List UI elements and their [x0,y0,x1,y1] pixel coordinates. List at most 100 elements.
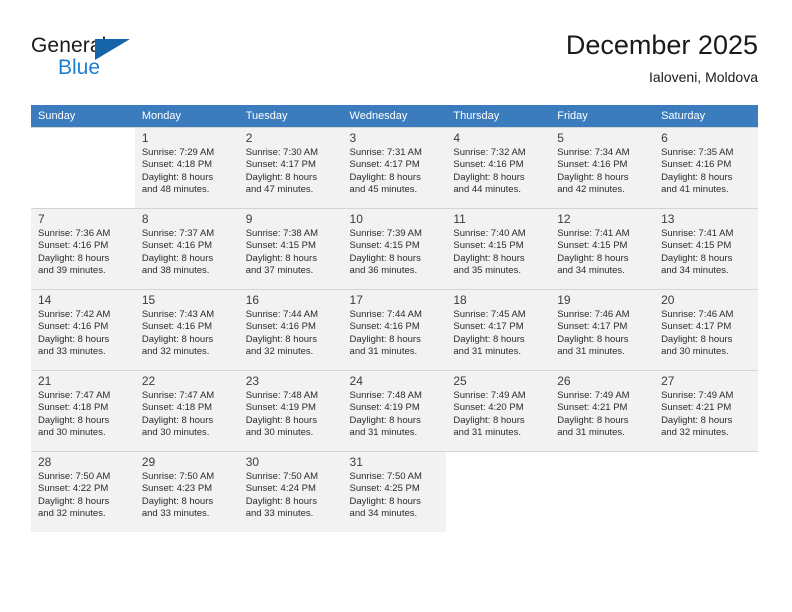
weekday-header-row: Sunday Monday Tuesday Wednesday Thursday… [31,105,758,127]
day-detail-line: Daylight: 8 hours [557,333,629,345]
day-detail-line: Daylight: 8 hours [349,495,421,507]
day-cell[interactable]: 14 Sunrise: 7:42 AM Sunset: 4:16 PM Dayligh… [31,289,135,370]
day-cell[interactable]: 5 Sunrise: 7:34 AM Sunset: 4:16 PM Daylight… [550,127,655,208]
day-cell[interactable]: 30 Sunrise: 7:50 AM Sunset: 4:24 PM Dayligh… [238,451,343,532]
day-cell[interactable]: 10 Sunrise: 7:39 AM Sunset: 4:15 PM Dayligh… [342,208,447,289]
day-cell[interactable]: 13 Sunrise: 7:41 AM Sunset: 4:15 PM Dayligh… [654,208,758,289]
day-detail-line: and 44 minutes. [453,184,521,196]
day-cell[interactable]: 15 Sunrise: 7:43 AM Sunset: 4:16 PM Dayligh… [134,289,239,370]
day-detail-line: and 30 minutes. [38,427,106,439]
day-details: Sunrise: 7:50 AM Sunset: 4:25 PM Daylight:… [350,471,441,521]
day-detail-line: Sunset: 4:20 PM [453,402,524,414]
day-cell[interactable]: 23 Sunrise: 7:48 AM Sunset: 4:19 PM Dayligh… [238,370,343,451]
day-number: 29 [141,455,156,469]
day-cell[interactable]: 3 Sunrise: 7:31 AM Sunset: 4:17 PM Daylight… [342,127,447,208]
day-detail-line: Sunset: 4:16 PM [661,159,732,171]
day-cell[interactable]: 4 Sunrise: 7:32 AM Sunset: 4:16 PM Daylight… [446,127,551,208]
day-number: 31 [349,455,363,469]
calendar-cell: 26 Sunrise: 7:49 AM Sunset: 4:21 PM Dayligh… [550,370,655,451]
calendar-cell: 19 Sunrise: 7:46 AM Sunset: 4:17 PM Dayligh… [550,289,655,370]
day-number: 17 [349,293,363,307]
day-detail-line: Sunrise: 7:41 AM [557,228,630,239]
calendar-cell [31,127,135,208]
day-cell[interactable]: 21 Sunrise: 7:47 AM Sunset: 4:18 PM Dayligh… [31,370,135,451]
day-cell[interactable]: 12 Sunrise: 7:41 AM Sunset: 4:15 PM Dayligh… [550,208,655,289]
day-detail-line: Sunset: 4:18 PM [141,402,213,414]
day-number: 23 [245,374,260,388]
day-detail-line: Daylight: 8 hours [141,333,214,345]
day-detail-line: Daylight: 8 hours [557,414,629,426]
calendar-cell: 13 Sunrise: 7:41 AM Sunset: 4:15 PM Dayligh… [654,208,758,289]
day-detail-line: Daylight: 8 hours [141,252,214,264]
day-details: Sunrise: 7:49 AM Sunset: 4:20 PM Daylight:… [453,390,544,440]
day-detail-line: and 35 minutes. [453,265,521,277]
day-detail-line: Sunset: 4:23 PM [141,483,213,495]
day-cell[interactable]: 8 Sunrise: 7:37 AM Sunset: 4:16 PM Daylight… [134,208,239,289]
calendar-cell: 6 Sunrise: 7:35 AM Sunset: 4:16 PM Daylight… [654,127,758,208]
calendar-cell: 21 Sunrise: 7:47 AM Sunset: 4:18 PM Dayligh… [31,370,135,451]
day-cell[interactable]: 28 Sunrise: 7:50 AM Sunset: 4:22 PM Dayligh… [31,451,135,532]
day-cell[interactable]: 19 Sunrise: 7:46 AM Sunset: 4:17 PM Dayligh… [550,289,655,370]
calendar-cell: 25 Sunrise: 7:49 AM Sunset: 4:20 PM Dayligh… [446,370,551,451]
day-number: 13 [661,212,675,226]
calendar-cell: 7 Sunrise: 7:36 AM Sunset: 4:16 PM Daylight… [31,208,135,289]
day-cell[interactable]: 2 Sunrise: 7:30 AM Sunset: 4:17 PM Daylight… [238,127,343,208]
brand-logo[interactable]: General Blue [31,34,211,94]
day-detail-line: Sunset: 4:18 PM [38,402,109,414]
day-details: Sunrise: 7:45 AM Sunset: 4:17 PM Daylight:… [453,309,544,359]
day-detail-line: and 32 minutes. [38,508,106,520]
day-cell[interactable]: 6 Sunrise: 7:35 AM Sunset: 4:16 PM Daylight… [654,127,758,208]
day-details: Sunrise: 7:29 AM Sunset: 4:18 PM Daylight:… [142,147,233,197]
day-details: Sunrise: 7:40 AM Sunset: 4:15 PM Daylight:… [453,228,544,278]
day-detail-line: and 34 minutes. [557,265,625,277]
day-details: Sunrise: 7:50 AM Sunset: 4:22 PM Daylight:… [38,471,129,521]
day-cell[interactable]: 22 Sunrise: 7:47 AM Sunset: 4:18 PM Dayligh… [134,370,239,451]
day-number: 6 [661,131,668,145]
day-cell[interactable]: 17 Sunrise: 7:44 AM Sunset: 4:16 PM Dayligh… [342,289,447,370]
day-cell[interactable]: 25 Sunrise: 7:49 AM Sunset: 4:20 PM Dayligh… [446,370,551,451]
day-cell[interactable]: 29 Sunrise: 7:50 AM Sunset: 4:23 PM Dayligh… [134,451,239,532]
day-detail-line: Sunrise: 7:49 AM [661,390,734,401]
day-number: 10 [349,212,363,226]
day-detail-line: and 45 minutes. [349,184,418,196]
day-cell[interactable]: 26 Sunrise: 7:49 AM Sunset: 4:21 PM Dayligh… [550,370,655,451]
day-details: Sunrise: 7:41 AM Sunset: 4:15 PM Daylight:… [661,228,752,278]
calendar-cell: 10 Sunrise: 7:39 AM Sunset: 4:15 PM Dayligh… [342,208,447,289]
day-detail-line: and 32 minutes. [245,346,314,358]
calendar-table: Sunday Monday Tuesday Wednesday Thursday… [31,105,758,532]
day-cell[interactable]: 20 Sunrise: 7:46 AM Sunset: 4:17 PM Dayligh… [654,289,758,370]
day-details: Sunrise: 7:47 AM Sunset: 4:18 PM Daylight:… [142,390,233,440]
day-cell[interactable]: 16 Sunrise: 7:44 AM Sunset: 4:16 PM Dayligh… [238,289,343,370]
day-detail-line: Sunset: 4:15 PM [349,240,420,252]
day-cell[interactable]: 24 Sunrise: 7:48 AM Sunset: 4:19 PM Dayligh… [342,370,447,451]
day-details: Sunrise: 7:34 AM Sunset: 4:16 PM Daylight:… [557,147,648,197]
calendar-cell [550,451,655,532]
day-detail-line: Sunset: 4:16 PM [349,321,420,333]
day-detail-line: Daylight: 8 hours [453,171,525,183]
day-detail-line: and 31 minutes. [453,346,521,358]
day-cell[interactable]: 31 Sunrise: 7:50 AM Sunset: 4:25 PM Dayligh… [342,451,447,532]
day-detail-line: and 31 minutes. [453,427,521,439]
calendar-cell: 30 Sunrise: 7:50 AM Sunset: 4:24 PM Dayligh… [238,451,343,532]
day-cell[interactable]: 7 Sunrise: 7:36 AM Sunset: 4:16 PM Daylight… [31,208,135,289]
day-detail-line: Sunset: 4:18 PM [141,159,213,171]
day-detail-line: Sunrise: 7:40 AM [453,228,526,239]
calendar-cell: 31 Sunrise: 7:50 AM Sunset: 4:25 PM Dayligh… [342,451,447,532]
day-detail-line: and 30 minutes. [661,346,729,358]
day-cell[interactable]: 11 Sunrise: 7:40 AM Sunset: 4:15 PM Dayligh… [446,208,551,289]
calendar-page: General Blue December 2025 Ialoveni, Mol… [0,0,792,612]
day-detail-line: Sunrise: 7:46 AM [557,309,630,320]
day-cell[interactable]: 1 Sunrise: 7:29 AM Sunset: 4:18 PM Daylight… [134,127,239,208]
day-cell[interactable]: 9 Sunrise: 7:38 AM Sunset: 4:15 PM Daylight… [238,208,343,289]
day-detail-line: Daylight: 8 hours [245,333,317,345]
day-cell[interactable]: 18 Sunrise: 7:45 AM Sunset: 4:17 PM Dayligh… [446,289,551,370]
day-detail-line: Daylight: 8 hours [245,252,317,264]
day-detail-line: Sunset: 4:21 PM [661,402,732,414]
day-detail-line: Sunrise: 7:42 AM [38,309,111,320]
day-cell[interactable]: 27 Sunrise: 7:49 AM Sunset: 4:21 PM Dayligh… [654,370,758,451]
day-detail-line: Sunset: 4:16 PM [245,321,316,333]
location-subtitle: Ialoveni, Moldova [649,69,758,85]
calendar-cell [446,451,551,532]
day-detail-line: Daylight: 8 hours [453,333,525,345]
day-detail-line: and 33 minutes. [38,346,106,358]
